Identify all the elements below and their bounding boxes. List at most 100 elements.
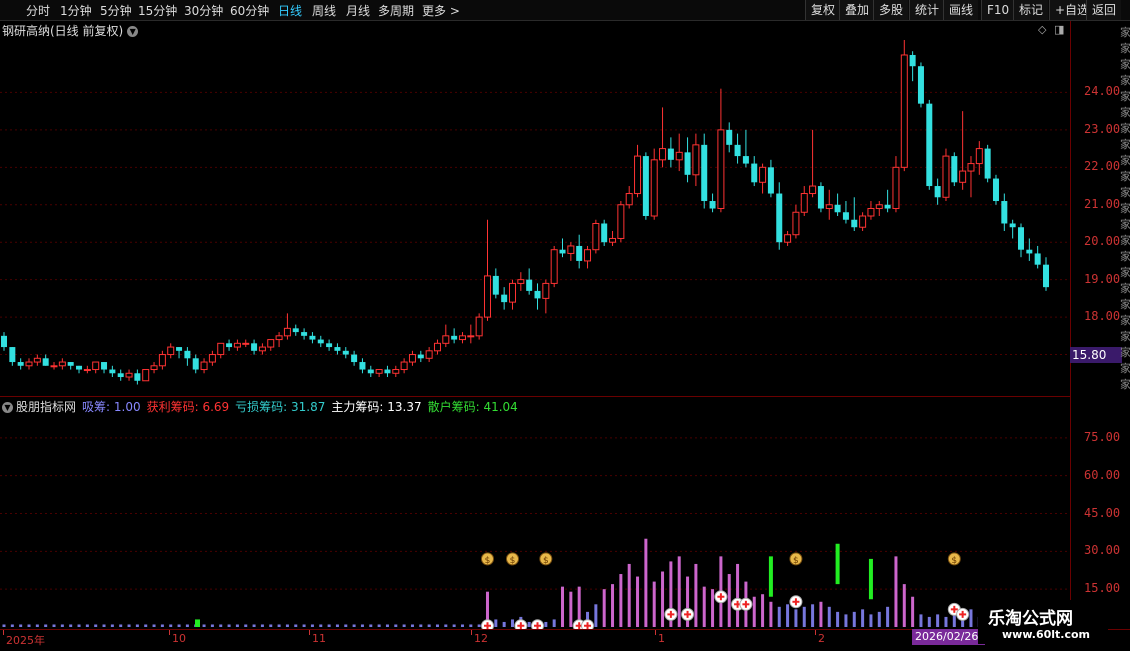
cursor-date-badge: 2026/02/26/ [912, 629, 986, 645]
indicator-bar-49 [410, 624, 414, 627]
candle-body-64 [534, 290, 541, 299]
price-tick-5: 19.00 [1084, 271, 1121, 286]
candle-body-112 [934, 186, 941, 198]
time-tick-mark-2 [309, 630, 310, 635]
candle-body-25 [208, 354, 216, 363]
indicator-value-4: 散户筹码: 41.04 [427, 400, 518, 414]
candle-body-35 [292, 328, 299, 333]
indicator-bar-32 [269, 624, 273, 627]
indicator-bar-91 [761, 594, 765, 627]
indicator-bar-74 [619, 574, 623, 627]
candle-body-40 [334, 347, 341, 351]
side-tabs[interactable]: 家家家家家家家家家家家家家家家家家家家家家家家家 [1120, 24, 1130, 394]
indicator-bar-42 [352, 624, 356, 627]
indicator-bar-27 [227, 624, 231, 627]
indicator-bar-88 [736, 563, 740, 627]
candle-body-66 [550, 249, 558, 284]
candle-body-34 [283, 327, 291, 337]
indicator-tick-0: 75.00 [1084, 429, 1121, 444]
indicator-bar-92 [769, 601, 773, 627]
candle-body-85 [709, 201, 716, 209]
indicator-bar-57 [477, 624, 481, 627]
indicator-bar-17 [144, 624, 148, 627]
indicator-bar-14 [119, 624, 123, 627]
candle-body-21 [176, 347, 183, 351]
indicator-bar-63 [527, 621, 531, 627]
indicator-bar-48 [402, 624, 406, 627]
candle-body-9 [76, 365, 83, 370]
chart-canvas[interactable]: $ $ $ $ $ [0, 0, 1130, 650]
indicator-bar-53 [444, 624, 448, 627]
candle-body-10 [83, 369, 91, 372]
candle-body-69 [576, 245, 583, 261]
indicator-bar-33 [277, 624, 281, 627]
indicator-bar-41 [344, 624, 348, 627]
indicator-bar-5 [44, 624, 48, 627]
candle-body-27 [226, 343, 233, 348]
green-signal-1 [835, 543, 840, 585]
candle-body-46 [384, 369, 391, 374]
time-tick-mark-3 [471, 630, 472, 635]
candle-body-3 [25, 361, 33, 367]
candle-body-57 [475, 316, 483, 337]
indicator-name: 股朋指标网 [16, 400, 77, 414]
indicator-bar-44 [369, 624, 373, 627]
candle-body-86 [717, 129, 725, 210]
candle-body-48 [400, 361, 408, 371]
indicator-bar-105 [877, 611, 881, 627]
candle-body-78 [650, 159, 658, 217]
indicator-bar-76 [636, 576, 640, 627]
indicator-bar-93 [777, 606, 781, 627]
candle-body-23 [192, 358, 199, 370]
candle-body-7 [58, 361, 66, 367]
candle-body-54 [451, 335, 458, 340]
price-tick-3: 21.00 [1084, 196, 1121, 211]
indicator-bar-98 [819, 601, 823, 627]
candle-body-92 [767, 167, 774, 194]
indicator-dropdown-icon[interactable]: ▼ [2, 402, 13, 413]
candle-body-80 [667, 148, 674, 160]
indicator-bar-18 [152, 624, 156, 627]
time-tick-mark-1 [169, 630, 170, 635]
candle-body-24 [200, 361, 208, 371]
indicator-bar-113 [944, 616, 948, 627]
time-tick-3: 12 [474, 632, 488, 645]
indicator-bar-50 [419, 624, 423, 627]
candle-body-100 [834, 204, 841, 213]
candle-body-115 [959, 170, 967, 183]
candle-body-28 [233, 342, 241, 348]
candle-body-63 [526, 279, 533, 291]
indicator-bar-1 [10, 624, 14, 627]
watermark: 乐淘公式网 www.60lt.com [978, 600, 1108, 644]
candle-body-101 [842, 212, 849, 220]
candle-body-88 [734, 144, 741, 157]
candle-body-94 [784, 234, 792, 243]
candle-body-98 [817, 186, 824, 209]
indicator-bar-6 [52, 624, 56, 627]
watermark-title: 乐淘公式网 [988, 609, 1073, 629]
indicator-bar-96 [802, 606, 806, 627]
time-tick-4: 1 [658, 632, 665, 645]
candle-body-107 [892, 166, 900, 210]
indicator-bar-79 [661, 571, 665, 627]
candle-body-79 [659, 148, 667, 161]
time-tick-2: 11 [312, 632, 326, 645]
candle-body-73 [609, 237, 617, 243]
indicator-bar-43 [360, 624, 364, 627]
candle-body-58 [483, 275, 491, 318]
indicator-bar-26 [219, 624, 223, 627]
indicator-bar-15 [127, 624, 131, 627]
indicator-bar-38 [319, 624, 323, 627]
candle-body-38 [317, 339, 324, 344]
indicator-bar-39 [327, 624, 331, 627]
candle-body-120 [1001, 201, 1008, 224]
indicator-tick-2: 45.00 [1084, 505, 1121, 520]
indicator-bar-10 [85, 624, 89, 627]
candle-body-105 [875, 204, 883, 210]
candle-body-17 [142, 369, 150, 382]
candle-body-84 [701, 144, 708, 202]
indicator-bar-3 [27, 624, 31, 627]
indicator-bar-46 [385, 624, 389, 627]
candle-body-26 [217, 342, 225, 356]
watermark-url: www.60lt.com [1002, 628, 1091, 641]
